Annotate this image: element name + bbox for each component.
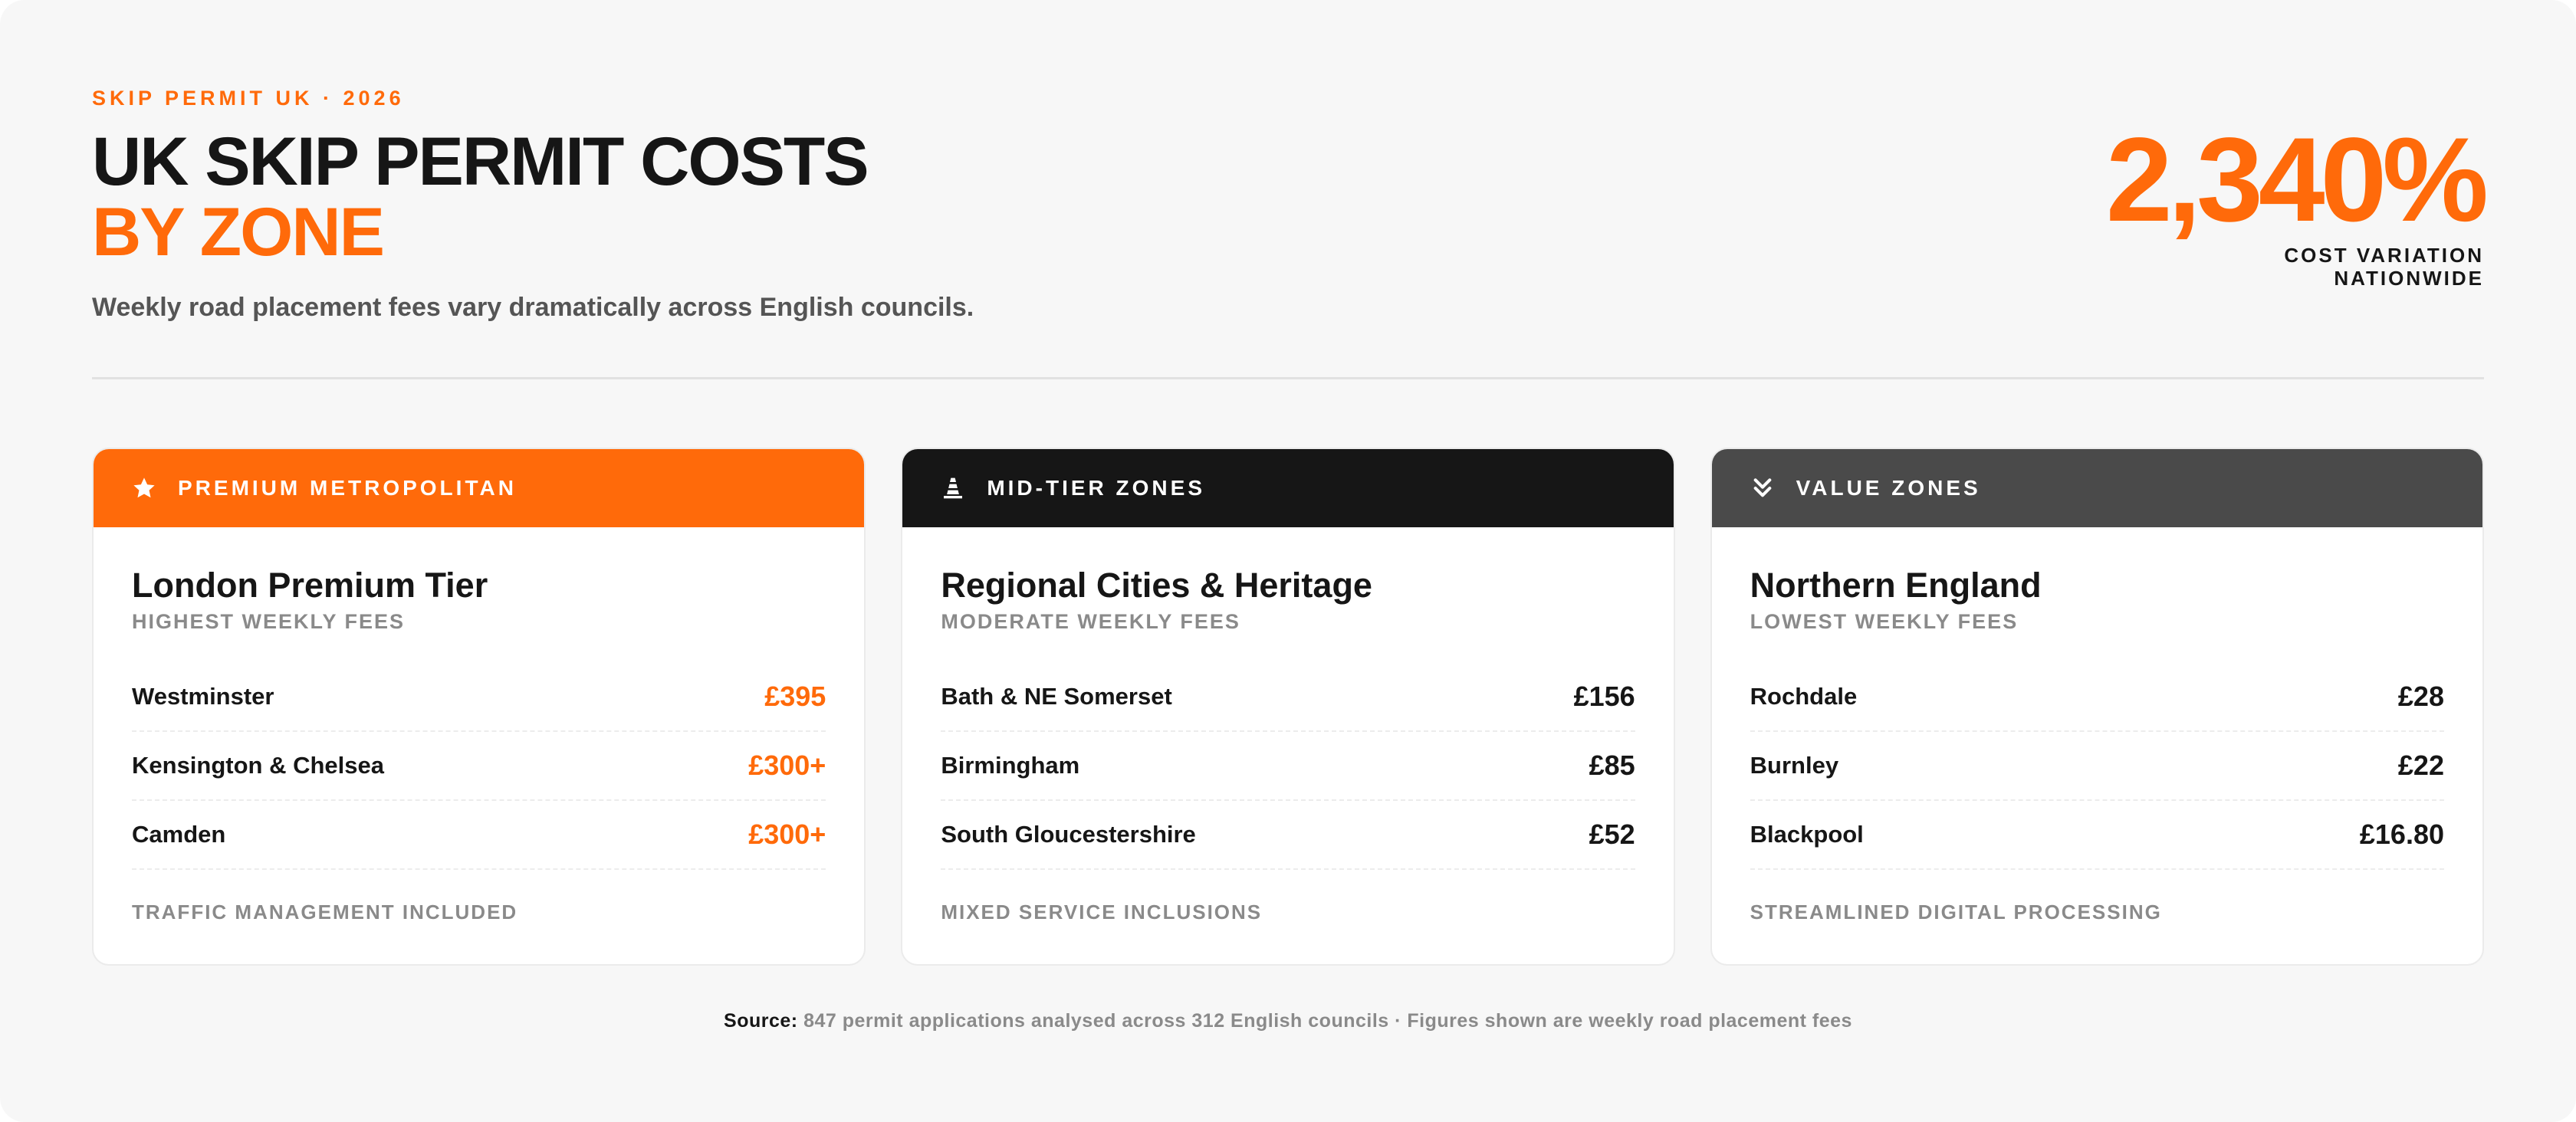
zone-card-subtitle: LOWEST WEEKLY FEES — [1750, 610, 2019, 633]
stat-value: 2,340% — [2105, 113, 2489, 247]
council-fee-list: Rochdale £28 Burnley £22 Blackpool £16.8… — [1750, 663, 2444, 870]
council-fee: £28 — [2397, 681, 2444, 712]
zone-card-subtitle: HIGHEST WEEKLY FEES — [132, 610, 406, 633]
council-fee-row: Burnley £22 — [1750, 732, 2444, 801]
source-note: Source: 847 permit applications analysed… — [0, 1010, 2576, 1032]
council-name: Blackpool — [1750, 821, 1864, 848]
zone-card-header: MID-TIER ZONES — [902, 449, 1674, 527]
page-title-line1: UK SKIP PERMIT COSTS — [92, 123, 869, 199]
council-fee-row: South Gloucestershire £52 — [941, 801, 1635, 870]
council-name: Westminster — [132, 683, 274, 710]
zone-card-midtier: MID-TIER ZONES Regional Cities & Heritag… — [901, 448, 1675, 966]
zone-card-footer: TRAFFIC MANAGEMENT INCLUDED — [132, 901, 518, 924]
council-fee: £16.80 — [2359, 819, 2444, 850]
zone-card-title: London Premium Tier — [132, 566, 488, 605]
council-fee: £52 — [1589, 819, 1635, 850]
zone-cards: PREMIUM METROPOLITAN London Premium Tier… — [92, 448, 2484, 966]
zone-card-footer: MIXED SERVICE INCLUSIONS — [941, 901, 1263, 924]
council-name: Rochdale — [1750, 683, 1858, 710]
zone-card-body: Northern England LOWEST WEEKLY FEES Roch… — [1712, 527, 2482, 964]
double-chevron-down-icon — [1750, 476, 1775, 500]
council-fee: £22 — [2397, 750, 2444, 781]
zone-card-footer: STREAMLINED DIGITAL PROCESSING — [1750, 901, 2162, 924]
council-name: Birmingham — [941, 752, 1080, 779]
zone-card-header-label: VALUE ZONES — [1796, 476, 1981, 500]
council-fee-list: Bath & NE Somerset £156 Birmingham £85 S… — [941, 663, 1635, 870]
zone-card-premium: PREMIUM METROPOLITAN London Premium Tier… — [92, 448, 866, 966]
council-name: Burnley — [1750, 752, 1839, 779]
star-icon — [132, 476, 156, 500]
zone-card-subtitle: MODERATE WEEKLY FEES — [941, 610, 1240, 633]
council-fee: £300+ — [748, 819, 826, 850]
zone-card-header: PREMIUM METROPOLITAN — [94, 449, 865, 527]
eyebrow-label: SKIP PERMIT UK · 2026 — [92, 87, 405, 110]
council-fee-row: Blackpool £16.80 — [1750, 801, 2444, 870]
council-name: South Gloucestershire — [941, 821, 1196, 848]
council-fee-row: Westminster £395 — [132, 663, 826, 732]
council-fee-row: Camden £300+ — [132, 801, 826, 870]
page-subtitle: Weekly road placement fees vary dramatic… — [92, 293, 974, 322]
council-fee-row: Birmingham £85 — [941, 732, 1635, 801]
council-fee: £156 — [1573, 681, 1635, 712]
zone-card-header: VALUE ZONES — [1711, 449, 2482, 527]
stat-label: COST VARIATION NATIONWIDE — [2284, 244, 2484, 290]
zone-card-header-label: MID-TIER ZONES — [987, 476, 1205, 500]
council-fee-row: Kensington & Chelsea £300+ — [132, 732, 826, 801]
page-title-line2: BY ZONE — [92, 193, 385, 270]
zone-card-value: VALUE ZONES Northern England LOWEST WEEK… — [1710, 448, 2484, 966]
headline-stat: 2,340% COST VARIATION NATIONWIDE — [2105, 113, 2489, 290]
zone-card-header-label: PREMIUM METROPOLITAN — [178, 476, 517, 500]
source-label: Source: — [724, 1010, 798, 1032]
zone-card-body: Regional Cities & Heritage MODERATE WEEK… — [902, 527, 1673, 964]
council-fee-row: Bath & NE Somerset £156 — [941, 663, 1635, 732]
zone-card-body: London Premium Tier HIGHEST WEEKLY FEES … — [94, 527, 864, 964]
page-title: UK SKIP PERMIT COSTS BY ZONE — [92, 123, 869, 270]
council-fee: £395 — [764, 681, 826, 712]
header-divider — [92, 377, 2484, 379]
council-name: Bath & NE Somerset — [941, 683, 1172, 710]
infographic-page: SKIP PERMIT UK · 2026 UK SKIP PERMIT COS… — [0, 0, 2576, 1122]
council-fee-row: Rochdale £28 — [1750, 663, 2444, 732]
council-name: Camden — [132, 821, 226, 848]
council-fee: £85 — [1589, 750, 1635, 781]
council-name: Kensington & Chelsea — [132, 752, 384, 779]
zone-card-title: Northern England — [1750, 566, 2042, 605]
council-fee-list: Westminster £395 Kensington & Chelsea £3… — [132, 663, 826, 870]
source-text: 847 permit applications analysed across … — [803, 1010, 1852, 1032]
traffic-cone-icon — [941, 476, 965, 500]
council-fee: £300+ — [748, 750, 826, 781]
zone-card-title: Regional Cities & Heritage — [941, 566, 1372, 605]
